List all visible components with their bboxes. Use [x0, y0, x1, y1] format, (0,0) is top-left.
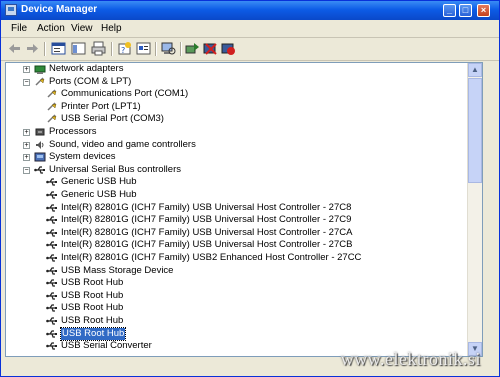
- tree-expander[interactable]: +: [23, 66, 30, 73]
- tree-item-label: System devices: [49, 151, 116, 163]
- usb-icon: [46, 317, 57, 325]
- forward-icon[interactable]: [25, 41, 40, 56]
- toolbar-separator: [155, 42, 156, 56]
- toolbar: ?: [1, 38, 499, 61]
- usb-icon: [46, 342, 57, 350]
- tree-item-label: Communications Port (COM1): [61, 88, 189, 100]
- tree-item-label: USB Root Hub: [61, 289, 124, 301]
- usb-icon: [46, 178, 57, 186]
- tree-item-label: USB Mass Storage Device: [61, 264, 174, 276]
- uninstall-icon[interactable]: [203, 41, 218, 56]
- tree-item-label: Ports (COM & LPT): [49, 75, 132, 87]
- tree-expander[interactable]: −: [23, 166, 30, 174]
- port-icon: [47, 114, 57, 123]
- tree-item-label: Printer Port (LPT1): [61, 100, 141, 112]
- tree-item-label: Universal Serial Bus controllers: [49, 163, 181, 175]
- usb-icon: [46, 254, 57, 262]
- console-icon[interactable]: [71, 41, 86, 56]
- tree-item-label: Intel(R) 82801G (ICH7 Family) USB Univer…: [61, 239, 353, 251]
- port-icon: [47, 89, 57, 98]
- vertical-scrollbar[interactable]: ▲ ▼: [467, 63, 482, 356]
- sound-icon: [36, 140, 44, 149]
- tree-expander[interactable]: −: [23, 78, 30, 86]
- tree-item-label: USB Serial Port (COM3): [61, 113, 164, 125]
- update-driver-icon[interactable]: [185, 41, 200, 56]
- scan-icon[interactable]: [161, 41, 176, 56]
- usb-icon: [46, 292, 57, 300]
- maximize-button[interactable]: □: [459, 4, 472, 17]
- tree-expander[interactable]: +: [23, 129, 30, 136]
- device-manager-icon: [5, 4, 17, 16]
- device-manager-window: Device Manager _ □ × File Action View He…: [0, 0, 500, 377]
- port-icon: [35, 77, 45, 86]
- tree-item-label: USB Root Hub: [61, 302, 124, 314]
- toolbar-separator: [111, 42, 112, 56]
- tree-item-label: Intel(R) 82801G (ICH7 Family) USB Univer…: [61, 214, 352, 226]
- scroll-thumb[interactable]: [468, 78, 482, 183]
- menu-action[interactable]: Action: [37, 23, 65, 34]
- usb-icon: [46, 216, 57, 224]
- toolbar-separator: [180, 42, 181, 56]
- tree-item-label: Generic USB Hub: [61, 176, 137, 188]
- system-icon: [34, 152, 46, 162]
- tree-item-label: USB Root Hub: [59, 326, 127, 341]
- port-icon: [47, 102, 57, 111]
- menu-file[interactable]: File: [11, 23, 27, 34]
- title-bar[interactable]: Device Manager _ □ ×: [1, 1, 499, 20]
- menu-view[interactable]: View: [71, 23, 93, 34]
- tree-item-label: USB Root Hub: [61, 277, 124, 289]
- device-tree[interactable]: + Network adapters − Ports (COM & LPT) Commu…: [5, 62, 483, 357]
- tree-item-label: USB Root Hub: [61, 315, 124, 326]
- back-icon[interactable]: [7, 41, 22, 56]
- watermark: www.elektronik.si: [340, 349, 481, 369]
- usb-icon: [46, 229, 57, 237]
- tree-item-label: Generic USB Hub: [61, 189, 137, 200]
- tree-item-label: Sound, video and game controllers: [49, 138, 196, 150]
- menu-help[interactable]: Help: [101, 23, 122, 34]
- window-title: Device Manager: [21, 4, 98, 15]
- processor-icon: [35, 128, 45, 136]
- usb-icon: [46, 191, 57, 199]
- tree-item-label: Intel(R) 82801G (ICH7 Family) USB Univer…: [61, 226, 353, 238]
- tree-item-label: Intel(R) 82801G (ICH7 Family) USB Univer…: [61, 201, 352, 213]
- usb-icon: [46, 279, 57, 287]
- svg-text:?: ?: [121, 46, 125, 55]
- usb-icon: [46, 266, 57, 275]
- disable-icon[interactable]: [221, 41, 236, 56]
- help-icon[interactable]: ?: [117, 41, 132, 56]
- menu-bar: File Action View Help: [1, 20, 499, 38]
- close-button[interactable]: ×: [477, 4, 490, 17]
- toolbar-separator: [44, 42, 45, 56]
- tree-item-label: Network adapters: [49, 63, 124, 74]
- usb-icon: [46, 241, 57, 249]
- tree-expander[interactable]: +: [23, 154, 30, 162]
- minimize-button[interactable]: _: [443, 4, 456, 17]
- network-icon: [34, 65, 46, 74]
- usb-icon: [34, 166, 45, 174]
- tree-expander[interactable]: +: [23, 141, 30, 149]
- tree-item-label: USB Serial Converter: [61, 340, 152, 352]
- usb-icon: [46, 304, 57, 312]
- print-icon[interactable]: [91, 41, 106, 56]
- tree-item-label: Intel(R) 82801G (ICH7 Family) USB2 Enhan…: [61, 252, 362, 263]
- scroll-up-button[interactable]: ▲: [468, 63, 482, 77]
- usb-icon: [46, 329, 57, 338]
- usb-icon: [46, 203, 57, 212]
- view-icon[interactable]: [136, 41, 151, 56]
- tree-item-label: Processors: [49, 126, 97, 137]
- properties-icon[interactable]: [51, 41, 66, 56]
